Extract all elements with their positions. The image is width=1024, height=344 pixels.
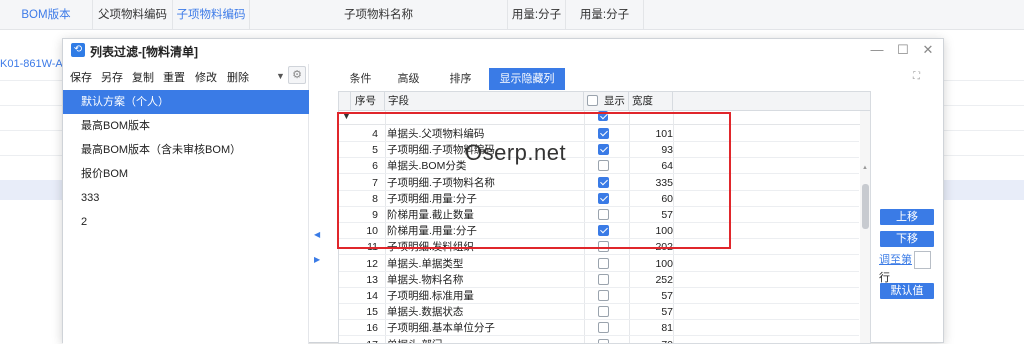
row-show-checkbox[interactable] xyxy=(598,257,609,269)
settings-gear-icon[interactable]: ⚙ xyxy=(288,66,306,84)
scrollbar-thumb[interactable] xyxy=(862,184,869,229)
tab-advanced[interactable]: 高级 xyxy=(383,68,434,90)
delete-button[interactable]: 删除 xyxy=(227,69,249,85)
copy-button[interactable]: 复制 xyxy=(132,69,154,85)
header-field: 字段 xyxy=(385,92,584,111)
select-all-checkbox[interactable] xyxy=(587,95,598,106)
tab-show-hide-columns[interactable]: 显示隐藏列 xyxy=(489,68,565,90)
watermark-text: Oserp.net xyxy=(465,140,567,165)
row-seq: 13 xyxy=(366,273,378,286)
expand-right-icon[interactable]: ▶ xyxy=(314,255,320,264)
row-field: 单据头.数据状态 xyxy=(387,306,464,319)
bg-col-bom-version[interactable]: BOM版本 xyxy=(0,0,93,30)
header-filler xyxy=(673,92,870,111)
scheme-panel: 保存 另存 复制 重置 修改 删除 ▼ ⚙ 默认方案（个人） 最高BOM版本 最… xyxy=(63,64,309,344)
row-field: 子项明细.基本单位分子 xyxy=(387,322,495,335)
maximize-icon[interactable]: ☐ xyxy=(895,42,911,58)
row-show-checkbox[interactable] xyxy=(598,290,609,301)
default-value-button[interactable]: 默认值 xyxy=(880,283,934,299)
header-seq: 序号 xyxy=(351,92,385,111)
save-button[interactable]: 保存 xyxy=(70,69,92,85)
row-show-checkbox[interactable] xyxy=(598,322,609,334)
tab-condition[interactable]: 条件 xyxy=(338,68,383,90)
row-show-wrap xyxy=(598,320,612,336)
row-field: 单据头.物料名称 xyxy=(387,273,464,286)
grid-corner xyxy=(339,92,351,111)
dialog-title-bar[interactable]: ⟲ 列表过滤-[物料清单] — ☐ ✕ xyxy=(63,39,943,61)
scheme-item-highest-bom-unaudited[interactable]: 最高BOM版本（含未审核BOM） xyxy=(63,138,309,162)
row-seq: 14 xyxy=(366,290,378,302)
row-show-wrap xyxy=(598,304,612,320)
row-seq: 15 xyxy=(366,306,378,319)
scheme-toolbar: 保存 另存 复制 重置 修改 删除 ▼ ⚙ xyxy=(63,64,309,86)
row-seq: 12 xyxy=(366,257,378,270)
bg-material-code: K01-861W-A1 xyxy=(0,58,69,70)
bg-col-child-code[interactable]: 子项物料编码 xyxy=(173,0,250,30)
bg-col-child-name[interactable]: 子项物料名称 xyxy=(250,0,508,30)
bg-col-qty-numerator-2[interactable]: 用量:分子 xyxy=(566,0,644,30)
move-down-button[interactable]: 下移 xyxy=(880,231,934,247)
row-show-wrap xyxy=(598,272,612,288)
row-field: 子项明细.标准用量 xyxy=(387,290,474,302)
header-width: 宽度 xyxy=(629,92,673,111)
scheme-item-quote-bom[interactable]: 报价BOM xyxy=(63,162,309,186)
bg-col-qty-numerator[interactable]: 用量:分子 xyxy=(508,0,566,30)
goto-row-input[interactable] xyxy=(914,251,931,270)
goto-row-link[interactable]: 调至第 xyxy=(879,254,912,266)
highlight-annotation-box xyxy=(337,112,731,249)
edit-button[interactable]: 修改 xyxy=(195,69,217,85)
scheme-item-333[interactable]: 333 xyxy=(63,186,309,210)
row-width[interactable]: 252 xyxy=(629,272,677,288)
scheme-item-highest-bom[interactable]: 最高BOM版本 xyxy=(63,114,309,138)
move-up-button[interactable]: 上移 xyxy=(880,209,934,225)
row-width[interactable]: 57 xyxy=(629,288,677,304)
reset-button[interactable]: 重置 xyxy=(163,69,185,85)
row-width[interactable]: 57 xyxy=(629,304,677,320)
row-show-checkbox[interactable] xyxy=(598,338,609,343)
row-show-checkbox[interactable] xyxy=(598,306,609,318)
dialog-title: 列表过滤-[物料清单] xyxy=(90,45,198,59)
minimize-icon[interactable]: — xyxy=(869,42,885,58)
header-show-wrap: 显示 xyxy=(584,92,629,111)
collapse-left-icon[interactable]: ◀ xyxy=(314,230,320,239)
close-icon[interactable]: ✕ xyxy=(920,42,936,58)
scroll-up-icon[interactable]: ▲ xyxy=(862,165,868,171)
row-width[interactable]: 100 xyxy=(629,256,677,272)
header-show: 显示 xyxy=(603,95,625,107)
goto-row: 调至第行 xyxy=(879,251,943,285)
tab-sort[interactable]: 排序 xyxy=(434,68,487,90)
row-width[interactable]: 81 xyxy=(629,320,677,336)
table-row[interactable]: 13 单据头.物料名称 252 xyxy=(339,272,859,288)
fullscreen-icon[interactable]: ⛶ xyxy=(913,71,920,82)
row-seq: 16 xyxy=(366,322,378,335)
table-row[interactable]: 12 单据头.单据类型 100 xyxy=(339,256,859,272)
more-dropdown-icon[interactable]: ▼ xyxy=(276,71,285,81)
row-show-wrap xyxy=(598,288,612,304)
save-as-button[interactable]: 另存 xyxy=(101,69,123,85)
table-row[interactable]: 16 子项明细.基本单位分子 81 xyxy=(339,320,859,337)
scheme-item-default[interactable]: 默认方案（个人） xyxy=(63,90,309,114)
table-row[interactable]: 15 单据头.数据状态 57 xyxy=(339,304,859,321)
bg-col-parent-code[interactable]: 父项物料编码 xyxy=(93,0,173,30)
app-logo-icon: ⟲ xyxy=(71,43,85,57)
table-row[interactable]: 14 子项明细.标准用量 57 xyxy=(339,288,859,304)
row-show-checkbox[interactable] xyxy=(598,273,609,285)
background-grid-header: BOM版本 父项物料编码 子项物料编码 子项物料名称 用量:分子 用量:分子 xyxy=(0,0,1024,30)
row-show-wrap xyxy=(598,256,612,272)
row-field: 单据头.单据类型 xyxy=(387,257,464,270)
scheme-item-2[interactable]: 2 xyxy=(63,210,309,234)
